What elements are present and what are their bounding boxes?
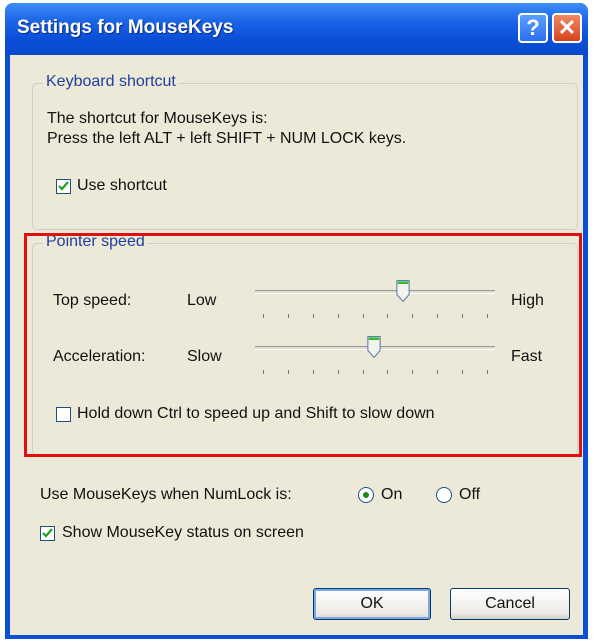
dialog-title: Settings for MouseKeys: [17, 17, 234, 38]
title-bar[interactable]: Settings for MouseKeys ? ✕: [5, 3, 588, 55]
dialog-window: Settings for MouseKeys ? ✕ Keyboard shor…: [5, 3, 588, 639]
cancel-button[interactable]: Cancel: [450, 588, 570, 620]
numlock-off-radio[interactable]: [436, 487, 452, 503]
checkmark-icon: [42, 528, 53, 538]
ok-button[interactable]: OK: [313, 588, 431, 620]
numlock-on-radio[interactable]: [358, 487, 374, 503]
show-status-checkbox[interactable]: [40, 526, 55, 541]
numlock-label: Use MouseKeys when NumLock is:: [40, 486, 292, 503]
keyboard-shortcut-group: Keyboard shortcut The shortcut for Mouse…: [32, 73, 578, 230]
shortcut-description-line2: Press the left ALT + left SHIFT + NUM LO…: [47, 130, 407, 147]
show-status-label[interactable]: Show MouseKey status on screen: [62, 524, 304, 542]
shortcut-description-line1: The shortcut for MouseKeys is:: [47, 110, 268, 127]
numlock-off-label[interactable]: Off: [459, 486, 480, 504]
dialog-body: Keyboard shortcut The shortcut for Mouse…: [10, 55, 583, 635]
help-icon[interactable]: ?: [518, 13, 548, 43]
numlock-on-label[interactable]: On: [381, 486, 402, 504]
highlight-frame: [24, 233, 582, 457]
checkmark-icon: [58, 181, 69, 191]
close-icon[interactable]: ✕: [552, 13, 582, 43]
use-shortcut-checkbox[interactable]: [56, 179, 71, 194]
radio-selected-dot: [363, 492, 369, 498]
keyboard-shortcut-legend: Keyboard shortcut: [43, 73, 179, 91]
use-shortcut-label[interactable]: Use shortcut: [77, 177, 167, 195]
